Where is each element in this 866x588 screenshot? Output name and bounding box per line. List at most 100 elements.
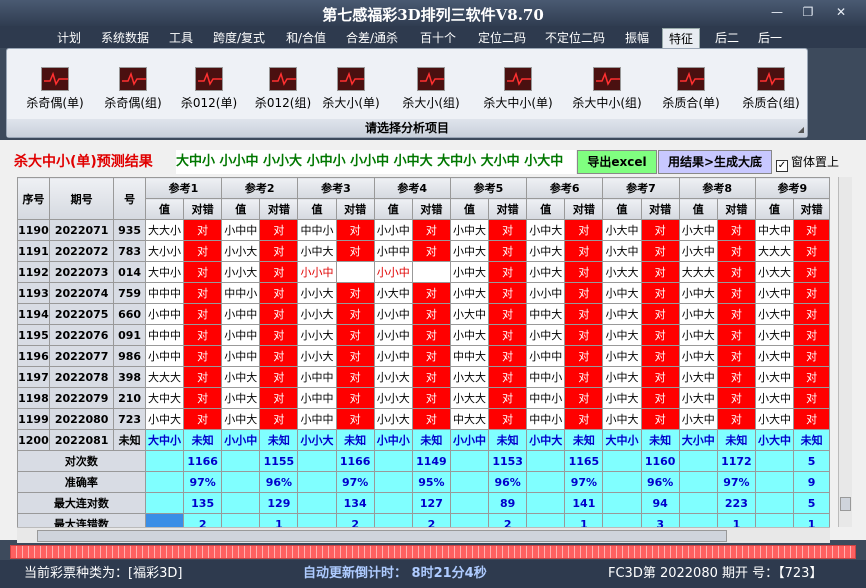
cell-value: 小小大 xyxy=(373,408,413,430)
pulse-chart-icon xyxy=(195,67,223,91)
cell-seq: 1194 xyxy=(17,303,50,325)
header-ref-2[interactable]: 参考2 xyxy=(221,177,299,199)
header-ref-9[interactable]: 参考9 xyxy=(754,177,830,199)
menu-item-12[interactable]: 后一 xyxy=(753,28,787,48)
ribbon-expand-icon[interactable]: ◢ xyxy=(798,125,804,134)
menu-item-0[interactable]: 计划 xyxy=(52,28,86,48)
close-button[interactable]: ✕ xyxy=(826,3,856,21)
table-row[interactable]: 1199 2022080 723 小中大对小中大对小中中对小小大对中大大对中中小对小中… xyxy=(17,408,830,430)
cell-result: 对 xyxy=(259,282,299,304)
stats-value: 97% xyxy=(335,471,375,493)
stats-value: 2 xyxy=(488,513,528,527)
cell-result: 对 xyxy=(564,303,604,325)
menu-item-11[interactable]: 后二 xyxy=(712,28,742,48)
ribbon-button-label: 杀012(组) xyxy=(254,96,312,110)
table-row[interactable]: 1195 2022076 091 中中中对小中中对小小大对小小中对小中大对小中大对小中… xyxy=(17,324,830,346)
ribbon-button-2[interactable]: 杀012(单) xyxy=(173,67,245,117)
header-ref-8[interactable]: 参考8 xyxy=(678,177,756,199)
generate-base-button[interactable]: 用结果>生成大底 xyxy=(658,150,772,174)
menu-item-4[interactable]: 和/合值 xyxy=(280,28,332,48)
cell-number: 210 xyxy=(113,387,146,409)
table-row[interactable]: 1190 2022071 935 大大小对小中中对中中小对小小中对小中大对小中大对小大… xyxy=(17,219,830,241)
export-excel-button[interactable]: 导出excel xyxy=(577,150,657,174)
stats-value: 1153 xyxy=(488,450,528,472)
menu-item-6[interactable]: 百十个 xyxy=(416,28,460,48)
stats-empty xyxy=(297,471,337,493)
topmost-checkbox[interactable]: ✓ 窗体置上 xyxy=(776,152,866,172)
menu-item-9[interactable]: 振幅 xyxy=(620,28,654,48)
horizontal-scroll-thumb[interactable] xyxy=(37,530,727,542)
cell-number: 986 xyxy=(113,345,146,367)
stats-empty xyxy=(449,492,490,514)
cell-result: 对 xyxy=(183,324,223,346)
stats-empty xyxy=(526,513,566,527)
stats-empty xyxy=(297,450,337,472)
stats-label: 对次数 xyxy=(17,450,146,472)
ribbon-button-3[interactable]: 杀012(组) xyxy=(252,67,314,117)
menu-item-3[interactable]: 跨度/复式 xyxy=(207,28,271,48)
table-row[interactable]: 1194 2022075 660 小中中对小中中对小小大对小小中对小大中对中中大对小中… xyxy=(17,303,830,325)
cell-value: 小大中 xyxy=(754,324,795,346)
pulse-chart-icon xyxy=(677,67,705,91)
stats-value: 2 xyxy=(411,513,451,527)
vertical-scroll-thumb[interactable] xyxy=(840,497,851,511)
header-ref-6[interactable]: 参考6 xyxy=(526,177,604,199)
cell-result: 对 xyxy=(564,408,604,430)
header-ref-7[interactable]: 参考7 xyxy=(602,177,680,199)
ribbon-group-label: 请选择分析项目 xyxy=(7,119,807,137)
menu-item-2[interactable]: 工具 xyxy=(164,28,198,48)
subheader-value: 值 xyxy=(602,198,642,220)
cell-value: 小中大 xyxy=(221,408,261,430)
analysis-grid[interactable]: 序号 期号号参考1 参考2 参考3 参考4 参考5 参考6 参考7 参考8 参考9 值对错值对错值对… xyxy=(17,177,830,527)
cell-result: 对 xyxy=(488,345,528,367)
table-row[interactable]: 1196 2022077 986 小中中对小中中对小小大对小小中对中中大对小中中对小中… xyxy=(17,345,830,367)
cell-value: 小大中 xyxy=(754,282,795,304)
ribbon-button-5[interactable]: 杀大小(组) xyxy=(395,67,467,117)
header-ref-3[interactable]: 参考3 xyxy=(297,177,375,199)
cell-value: 小中大 xyxy=(602,345,642,367)
stats-value: 5 xyxy=(793,450,830,472)
cell-value: 小中大 xyxy=(449,240,490,262)
ribbon-button-6[interactable]: 杀大中小(单) xyxy=(475,67,561,117)
checkbox-icon[interactable]: ✓ xyxy=(776,160,788,172)
header-ref-4[interactable]: 参考4 xyxy=(373,177,451,199)
table-row[interactable]: 1198 2022079 210 大中大对小中大对小中中对小小大对小大大对中中小对小中… xyxy=(17,387,830,409)
ribbon-button-4[interactable]: 杀大小(单) xyxy=(313,67,389,117)
table-row[interactable]: 1191 2022072 783 大小小对小小大对小中大对小中中对小中大对小中大对小大… xyxy=(17,240,830,262)
menu-item-10[interactable]: 特征 xyxy=(662,28,700,48)
ribbon-button-9[interactable]: 杀质合(组) xyxy=(733,67,809,117)
menu-item-7[interactable]: 定位二码 xyxy=(472,28,532,48)
header-ref-5[interactable]: 参考5 xyxy=(449,177,528,199)
header-ref-1[interactable]: 参考1 xyxy=(144,177,223,199)
ribbon-button-8[interactable]: 杀质合(单) xyxy=(655,67,727,117)
minimize-button[interactable]: — xyxy=(762,3,792,21)
subheader-value: 值 xyxy=(144,198,185,220)
ribbon-button-7[interactable]: 杀大中小(组) xyxy=(563,67,651,117)
cell-value: 中大中 xyxy=(754,219,795,241)
cell-period: 2022081 xyxy=(48,429,115,451)
cell-result: 对 xyxy=(183,261,223,283)
cell-value: 大大大 xyxy=(678,261,718,283)
menu-item-5[interactable]: 合差/通杀 xyxy=(342,28,402,48)
table-row[interactable]: 1193 2022074 759 中中中对中中小对小小大对小大中对小中大对小小中对小中… xyxy=(17,282,830,304)
cell-number: 660 xyxy=(113,303,146,325)
cell-result: 未知 xyxy=(564,429,604,451)
header-row: 序号 期号号参考1 参考2 参考3 参考4 参考5 参考6 参考7 参考8 参考9 xyxy=(17,177,830,220)
table-row[interactable]: 1197 2022078 398 大大大对小中大对小中中对小小大对小大大对中中小对小中… xyxy=(17,366,830,388)
ribbon-button-0[interactable]: 杀奇偶(单) xyxy=(17,67,93,117)
prediction-value-field[interactable]: 大中小 小小中 小小大 小中小 小小中 小中大 大中小 大小中 小大中 xyxy=(176,150,576,174)
cell-result: 对 xyxy=(335,324,375,346)
vertical-scrollbar[interactable] xyxy=(838,177,852,527)
horizontal-scrollbar[interactable] xyxy=(17,527,830,543)
ribbon-button-1[interactable]: 杀奇偶(组) xyxy=(97,67,169,117)
table-row[interactable]: 1192 2022073 014 大中小对小小大对小小中 小小中 小中大对小中大对小大大对… xyxy=(17,261,830,283)
menu-item-1[interactable]: 系统数据 xyxy=(96,28,154,48)
cell-period: 2022078 xyxy=(48,366,115,388)
cell-value: 小大中 xyxy=(678,219,718,241)
stats-value: 134 xyxy=(335,492,375,514)
maximize-button[interactable]: ❐ xyxy=(793,3,823,21)
prediction-row[interactable]: 1200 2022081 未知 大中小 未知 小小中 未知 小小大 未知 小中小 未知 小小中 未知 小中… xyxy=(17,429,830,451)
cell-value: 小小中 xyxy=(449,429,490,451)
menu-item-8[interactable]: 不定位二码 xyxy=(540,28,610,48)
cell-value: 小小中 xyxy=(221,429,261,451)
